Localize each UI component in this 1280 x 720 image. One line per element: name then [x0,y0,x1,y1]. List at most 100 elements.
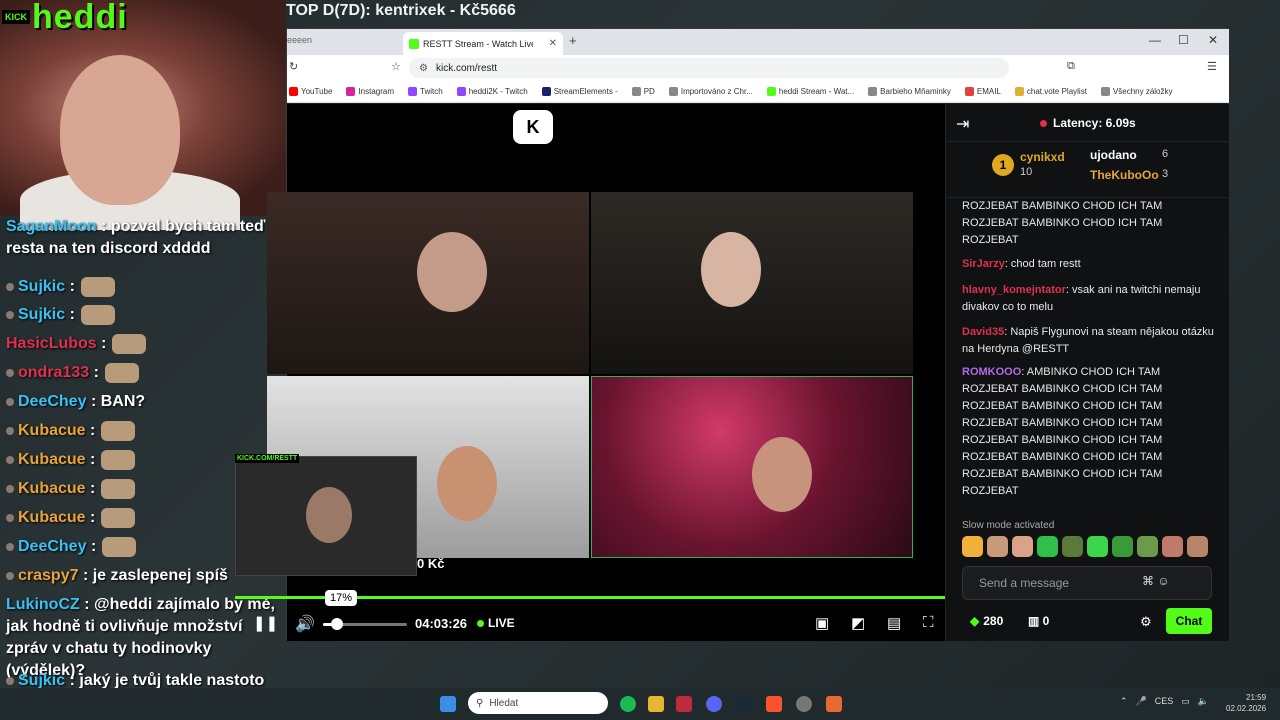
address-bar[interactable]: ⚙ kick.com/restt [409,58,1009,78]
tab-previous[interactable]: eeeen [287,35,312,45]
reload-icon[interactable]: ↻ [289,60,298,73]
video-player[interactable]: K KICK.COM/RESTT 0 Kč ❚❚ 🔊 17% 04:03:26 [235,104,970,641]
taskbar-search[interactable]: ⚲ Hledat [468,692,608,714]
new-tab-icon[interactable]: + [569,33,577,48]
bookmark-item[interactable]: heddi2K - Twitch [456,87,528,96]
bookmark-favicon-icon [668,87,678,96]
emote-icon[interactable] [1112,536,1133,557]
language-indicator[interactable]: CES [1155,696,1174,707]
extensions-icon[interactable]: ⧉ [1067,60,1075,73]
pause-icon[interactable]: ❚❚ [253,614,278,632]
overlay-chat-text: : BAN? [90,393,146,410]
channel-points[interactable]: ◆ 280 [970,614,1003,628]
site-info-icon[interactable]: ⚙ [419,63,428,74]
overlay-chat-text: : [93,364,99,381]
search-icon: ⚲ [476,697,484,709]
theater-icon[interactable]: ▣ [815,614,829,632]
chat-username[interactable]: hlavny_komejntator [962,284,1066,296]
fullscreen-icon[interactable]: ⛶ [923,614,934,631]
speaker-icon[interactable]: 🔈 [1198,696,1209,707]
emote-icon [80,276,115,297]
app2-icon[interactable] [826,696,842,712]
stream-cam-2 [591,192,913,374]
user-badge-icon [6,571,14,580]
bookmark-item[interactable]: Barbieho Mňaminky [868,87,951,96]
drops-counter[interactable]: ▥ 0 [1028,614,1049,628]
emote-bar [962,536,1208,557]
bookmark-item[interactable]: chat.vote Playlist [1014,87,1087,96]
bookmark-label: Twitch [420,87,443,96]
emote-icon[interactable] [1012,536,1033,557]
user-badge-icon [6,397,14,406]
leader-second-name: ujodano [1090,148,1137,162]
emote-icon [101,449,136,470]
user-badge-icon [6,676,14,685]
user-badge-icon [6,282,14,291]
bookmark-label: PD [643,87,655,96]
menu-icon[interactable]: ☰ [1207,60,1217,73]
chat-message: ROZJEBAT BAMBINKO CHOD ICH TAM [962,449,1224,466]
overlay-chat-user: DeeChey [18,393,87,410]
wide-mode-icon[interactable]: ▤ [887,614,901,632]
chat-message: hlavny_komejntator: vsak ani na twitchi … [962,282,1224,316]
close-window-icon[interactable]: ✕ [1208,33,1218,47]
picture-in-picture-cam [235,456,417,576]
bookmark-item[interactable]: Instagram [346,87,394,96]
chat-username[interactable]: ROMKOOO [962,366,1021,378]
steam-icon[interactable] [736,696,752,712]
overlay-chat-text: : [69,306,75,323]
chevron-up-icon[interactable]: ⌃ [1120,696,1128,707]
tab-close-icon[interactable]: ✕ [549,38,557,49]
bookmark-label: Instagram [358,87,395,96]
start-icon[interactable] [440,696,456,712]
emote-icon[interactable] [1162,536,1183,557]
minimize-icon[interactable]: — [1149,33,1161,47]
app-icon[interactable] [676,696,692,712]
bookmark-item[interactable]: PD [631,87,655,96]
overlay-chat-line: Sujkic : [6,304,276,326]
volume-knob[interactable] [331,618,344,630]
discord-icon[interactable] [706,696,722,712]
file-explorer-icon[interactable] [648,696,664,712]
network-icon[interactable]: ▭ [1181,696,1190,707]
clock[interactable]: 21:59 02.02.2026 [1226,692,1266,714]
bookmark-item[interactable]: heddi Stream - Wat... [766,87,854,96]
chat-send-button[interactable]: Chat [1166,608,1212,634]
tab-active[interactable]: RESTT Stream - Watch Live or ✕ [403,32,563,55]
emote-icon[interactable] [1187,536,1208,557]
bookmark-item[interactable]: YouTube [289,87,332,96]
miniplayer-icon[interactable]: ◩ [851,614,865,632]
overlay-chat-user: ondra133 [18,364,90,381]
chat-input[interactable]: Send a message [962,566,1212,600]
bookmark-item[interactable]: EMAIL [964,87,1001,96]
collapse-chat-icon[interactable]: ⇥ [956,114,969,134]
emote-icon[interactable] [1087,536,1108,557]
bookmark-icon[interactable]: ☆ [391,60,401,73]
chat-message: ROMKOOO: AMBINKO CHOD ICH TAM [962,364,1224,381]
emote-picker-icon[interactable]: ⌘ ☺ [1142,574,1170,588]
chat-username[interactable]: David35 [962,326,1004,338]
live-indicator[interactable]: LIVE [477,616,515,630]
maximize-icon[interactable]: ☐ [1178,33,1189,47]
spotify-icon[interactable] [620,696,636,712]
chat-settings-icon[interactable]: ⚙ [1140,614,1152,630]
emote-icon[interactable] [1062,536,1083,557]
emote-icon[interactable] [987,536,1008,557]
chat-username[interactable]: SirJarzy [962,258,1005,270]
overlay-chat-text: : je zaslepenej spíš [82,567,228,584]
bookmark-item[interactable]: Importováno z Chr... [668,87,753,96]
obs-icon[interactable] [796,696,812,712]
microphone-icon[interactable]: 🎤 [1136,696,1147,707]
chat-text: ROZJEBAT [962,234,1019,246]
emote-icon[interactable] [962,536,983,557]
volume-icon[interactable]: 🔊 [295,614,315,634]
overlay-chat-line: Sujkic : [6,276,276,298]
emote-icon[interactable] [1037,536,1058,557]
overlay-chat-user: Kubacue [18,451,86,468]
user-badge-icon [6,455,14,464]
bookmark-item[interactable]: Twitch [408,87,443,96]
bookmark-item[interactable]: StreamElements - [541,87,618,96]
bookmark-item[interactable]: Všechny záložky [1100,87,1173,96]
brave-icon[interactable] [766,696,782,712]
emote-icon[interactable] [1137,536,1158,557]
